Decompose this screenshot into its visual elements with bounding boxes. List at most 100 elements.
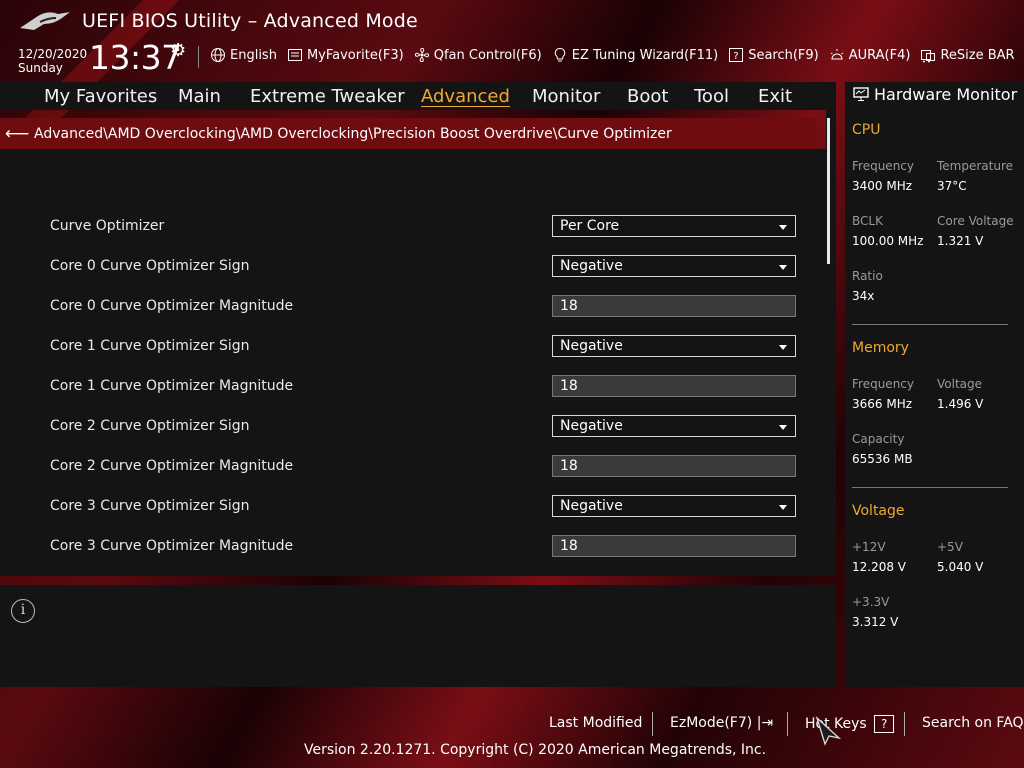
setting-label: Core 2 Curve Optimizer Magnitude bbox=[50, 458, 294, 474]
core1-sign-select[interactable]: Negative bbox=[552, 335, 796, 357]
day-text: Sunday bbox=[18, 61, 63, 75]
tab-monitor[interactable]: Monitor bbox=[532, 86, 600, 107]
qfan-control-button[interactable]: Qfan Control(F6) bbox=[414, 47, 542, 63]
v12-value: 12.208 V bbox=[852, 560, 907, 574]
clock-settings-gear-icon[interactable]: ⚙ bbox=[170, 40, 186, 61]
v33-label: +3.3V bbox=[852, 595, 890, 609]
setting-label: Core 0 Curve Optimizer Sign bbox=[50, 258, 250, 274]
favorite-list-icon bbox=[287, 49, 302, 61]
cpu-temperature-label: Temperature bbox=[937, 159, 1014, 173]
cpu-frequency-label: Frequency bbox=[852, 159, 914, 173]
tab-tool[interactable]: Tool bbox=[694, 86, 729, 107]
scrollbar-thumb[interactable] bbox=[827, 118, 830, 264]
core0-magnitude-input[interactable]: 18 bbox=[552, 295, 796, 317]
myfavorite-label: MyFavorite(F3) bbox=[306, 47, 404, 63]
setting-label: Core 1 Curve Optimizer Magnitude bbox=[50, 378, 294, 394]
setting-row-core3-sign: Core 3 Curve Optimizer Sign Negative bbox=[50, 495, 798, 519]
divider bbox=[904, 712, 905, 736]
clock: 13:37 bbox=[89, 38, 182, 77]
input-value: 18 bbox=[560, 538, 578, 554]
search-button[interactable]: ? Search(F9) bbox=[728, 47, 819, 63]
dropdown-caret-icon bbox=[779, 345, 787, 350]
resize-bar-icon bbox=[921, 50, 936, 63]
setting-row-core1-sign: Core 1 Curve Optimizer Sign Negative bbox=[50, 335, 798, 359]
divider bbox=[787, 712, 788, 736]
memory-section-heading: Memory bbox=[852, 340, 909, 356]
lightbulb-icon bbox=[554, 47, 565, 62]
rog-logo-icon bbox=[20, 12, 70, 30]
dropdown-caret-icon bbox=[779, 505, 787, 510]
info-icon: i bbox=[11, 599, 35, 623]
help-box-icon: ? bbox=[729, 48, 744, 62]
tab-main[interactable]: Main bbox=[178, 86, 221, 107]
search-faq-button[interactable]: Search on FAQ bbox=[922, 715, 1024, 731]
qfan-label: Qfan Control(F6) bbox=[433, 47, 542, 63]
cpu-section-heading: CPU bbox=[852, 122, 881, 138]
svg-text:?: ? bbox=[734, 51, 739, 62]
setting-label: Curve Optimizer bbox=[50, 218, 165, 234]
version-text: Version 2.20.1271. Copyright (C) 2020 Am… bbox=[304, 742, 767, 758]
divider bbox=[652, 712, 653, 736]
dropdown-caret-icon bbox=[779, 225, 787, 230]
aura-button[interactable]: AURA(F4) bbox=[829, 47, 911, 63]
ez-tuning-wizard-button[interactable]: EZ Tuning Wizard(F11) bbox=[552, 47, 718, 63]
bclk-label: BCLK bbox=[852, 214, 883, 228]
divider bbox=[852, 324, 1008, 325]
core1-magnitude-input[interactable]: 18 bbox=[552, 375, 796, 397]
voltage-section-heading: Voltage bbox=[852, 503, 905, 519]
back-arrow-icon[interactable]: ⟵ bbox=[0, 124, 34, 144]
date-text: 12/20/2020 bbox=[18, 47, 88, 61]
core-voltage-value: 1.321 V bbox=[937, 234, 984, 248]
language-button[interactable]: English bbox=[210, 47, 277, 63]
memory-voltage-value: 1.496 V bbox=[937, 397, 984, 411]
memory-voltage-label: Voltage bbox=[937, 377, 983, 391]
tab-my-favorites[interactable]: My Favorites bbox=[44, 86, 157, 107]
resize-bar-button[interactable]: ReSize BAR bbox=[920, 47, 1015, 63]
core2-magnitude-input[interactable]: 18 bbox=[552, 455, 796, 477]
input-value: 18 bbox=[560, 298, 578, 314]
v33-value: 3.312 V bbox=[852, 615, 899, 629]
setting-row-curve-optimizer: Curve Optimizer Per Core bbox=[50, 215, 798, 239]
language-label: English bbox=[230, 47, 277, 63]
core0-sign-select[interactable]: Negative bbox=[552, 255, 796, 277]
breadcrumb-path: Advanced\AMD Overclocking\AMD Overclocki… bbox=[34, 125, 672, 142]
setting-label: Core 3 Curve Optimizer Sign bbox=[50, 498, 250, 514]
v5-value: 5.040 V bbox=[937, 560, 984, 574]
v12-label: +12V bbox=[852, 540, 886, 554]
last-modified-button[interactable]: Last Modified bbox=[549, 715, 642, 731]
date-display: 12/20/2020 Sunday bbox=[18, 47, 87, 75]
hardware-monitor-label: Hardware Monitor bbox=[874, 85, 1018, 104]
input-value: 18 bbox=[560, 458, 578, 474]
select-value: Negative bbox=[560, 338, 623, 354]
divider bbox=[198, 46, 199, 68]
question-key-icon: ? bbox=[874, 715, 895, 733]
setting-row-core2-sign: Core 2 Curve Optimizer Sign Negative bbox=[50, 415, 798, 439]
setting-label: Core 0 Curve Optimizer Magnitude bbox=[50, 298, 294, 314]
ez-tuning-label: EZ Tuning Wizard(F11) bbox=[571, 47, 719, 63]
core3-magnitude-input[interactable]: 18 bbox=[552, 535, 796, 557]
setting-label: Core 3 Curve Optimizer Magnitude bbox=[50, 538, 294, 554]
v5-label: +5V bbox=[937, 540, 963, 554]
tab-exit[interactable]: Exit bbox=[758, 86, 792, 107]
core3-sign-select[interactable]: Negative bbox=[552, 495, 796, 517]
setting-row-core0-sign: Core 0 Curve Optimizer Sign Negative bbox=[50, 255, 798, 279]
cpu-temperature-value: 37°C bbox=[937, 179, 967, 193]
core2-sign-select[interactable]: Negative bbox=[552, 415, 796, 437]
aura-light-icon bbox=[830, 49, 844, 60]
ezmode-button[interactable]: EzMode(F7) |⇥ bbox=[670, 715, 773, 731]
top-toolbar: English MyFavorite(F3) Qfan Control(F6) … bbox=[210, 47, 1015, 63]
tab-extreme-tweaker[interactable]: Extreme Tweaker bbox=[250, 86, 405, 107]
select-value: Negative bbox=[560, 498, 623, 514]
search-label: Search(F9) bbox=[748, 47, 819, 63]
setting-row-core0-magnitude: Core 0 Curve Optimizer Magnitude 18 bbox=[50, 295, 798, 319]
curve-optimizer-select[interactable]: Per Core bbox=[552, 215, 796, 237]
exit-arrow-icon: |⇥ bbox=[756, 715, 774, 731]
setting-row-core2-magnitude: Core 2 Curve Optimizer Magnitude 18 bbox=[50, 455, 798, 479]
setting-row-core3-magnitude: Core 3 Curve Optimizer Magnitude 18 bbox=[50, 535, 798, 559]
tab-advanced[interactable]: Advanced bbox=[421, 86, 510, 107]
aura-label: AURA(F4) bbox=[848, 47, 911, 63]
myfavorite-button[interactable]: MyFavorite(F3) bbox=[287, 47, 404, 63]
capacity-value: 65536 MB bbox=[852, 452, 913, 466]
tab-boot[interactable]: Boot bbox=[627, 86, 668, 107]
core-voltage-label: Core Voltage bbox=[937, 214, 1014, 228]
